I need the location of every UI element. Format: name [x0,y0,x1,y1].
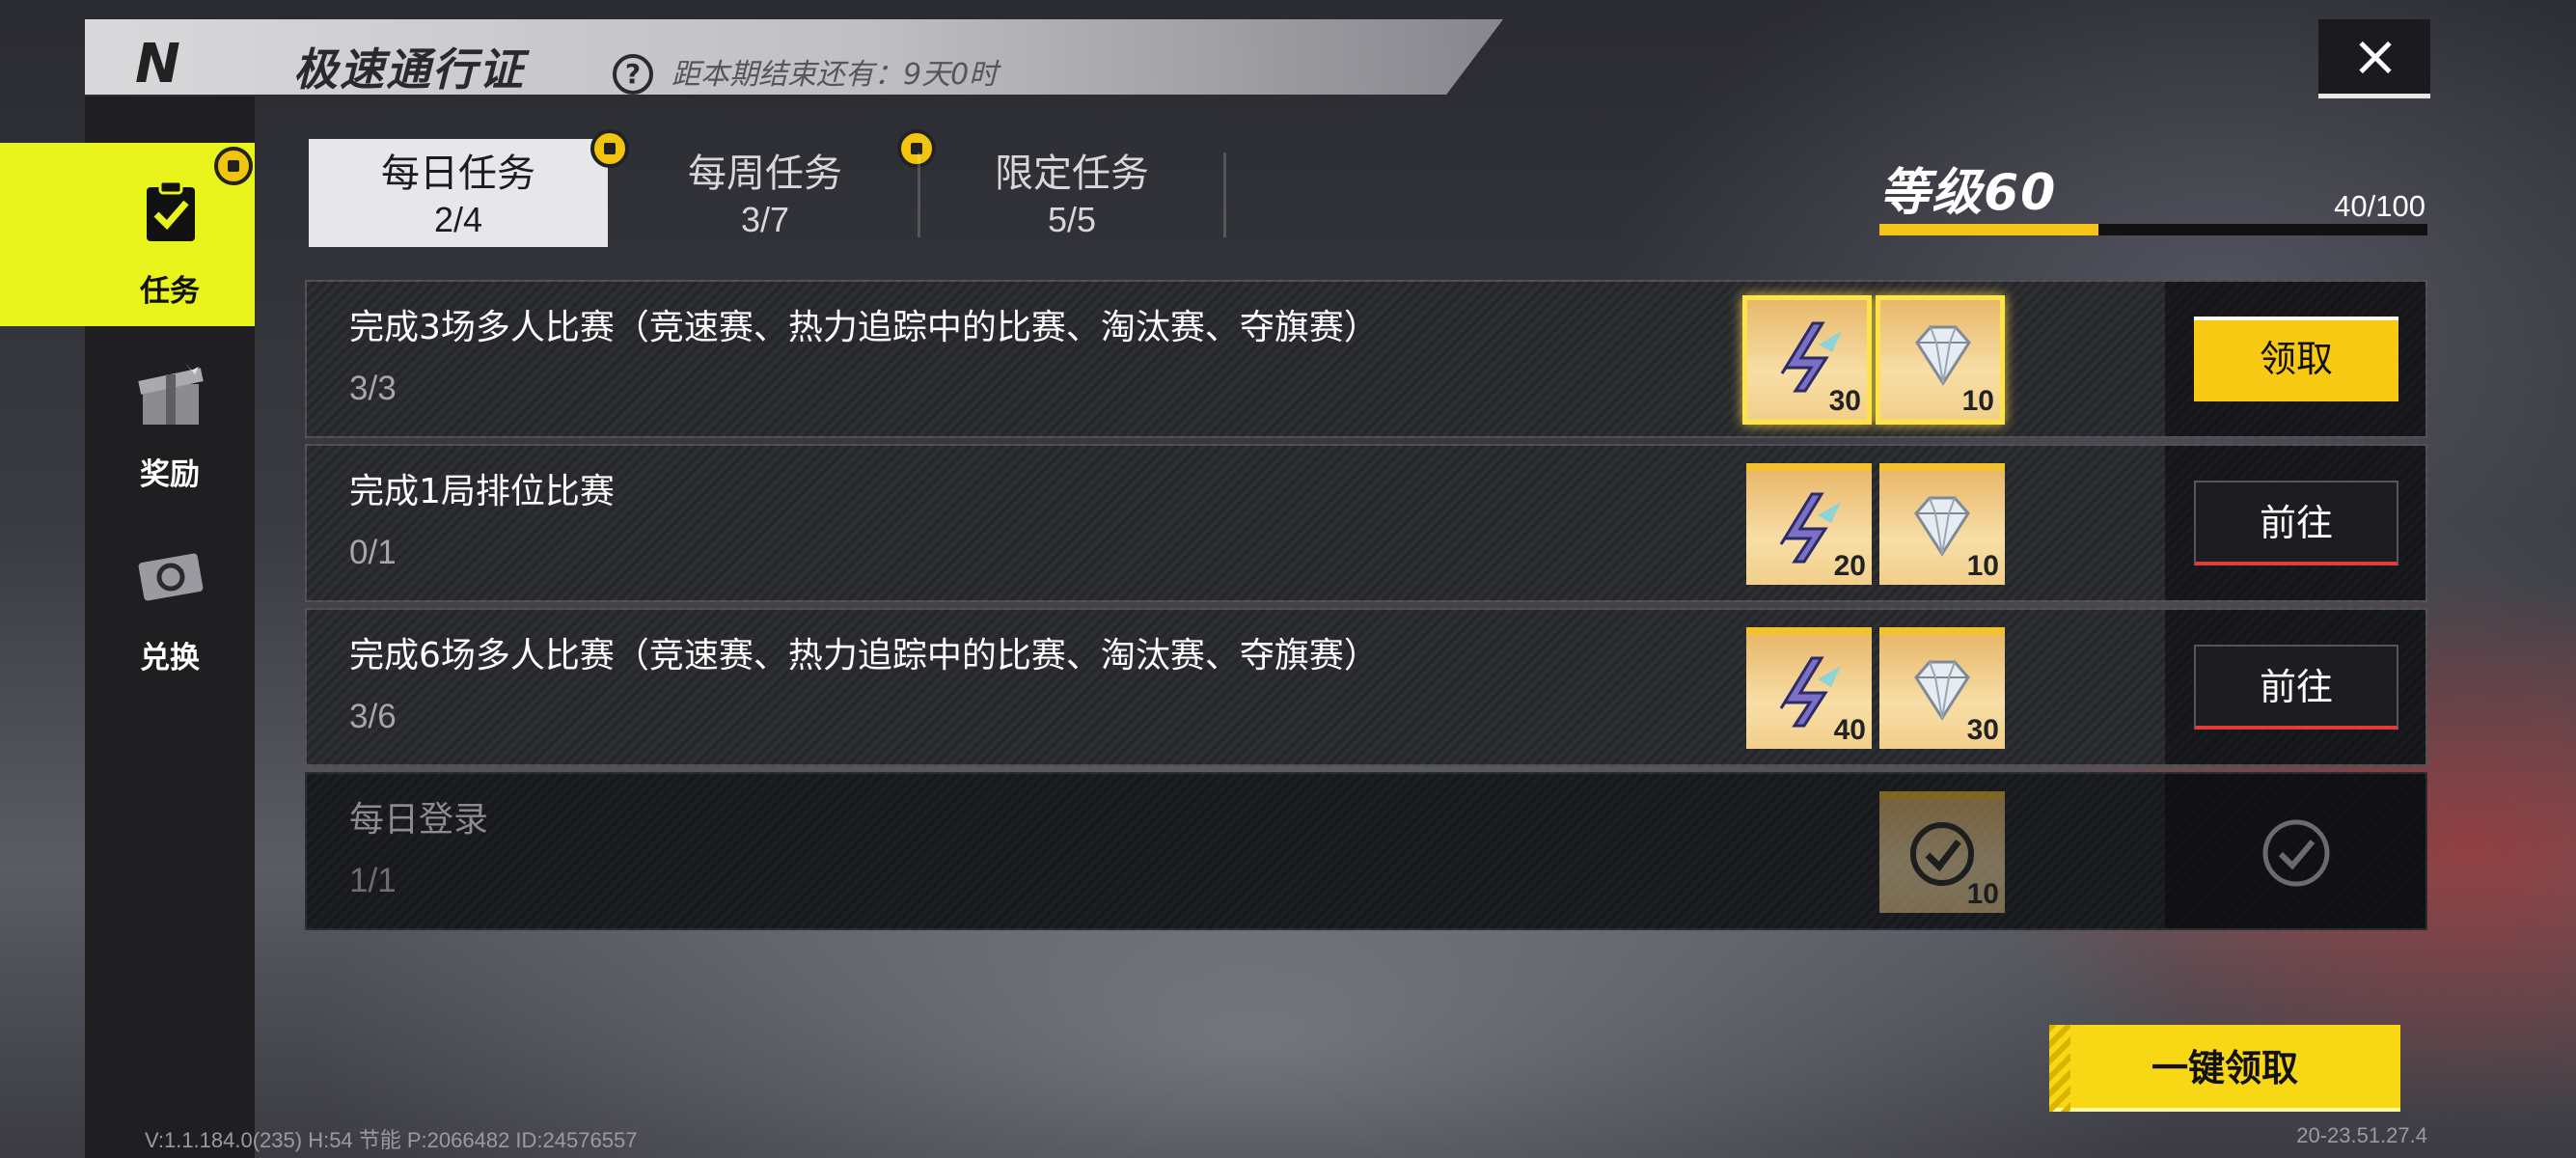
game-logo: N [135,36,270,94]
sidebar-item-label: 奖励 [140,457,200,492]
version-info: V:1.1.184.0(235) H:54 节能 P:2066482 ID:24… [145,1128,638,1152]
tab-divider [918,152,920,237]
level-progress-fill [1879,224,2099,235]
sidebar-item-rewards[interactable]: 奖励 [0,357,255,502]
claim-button[interactable]: 领取 [2194,317,2398,401]
season-remaining: 9天0时 [903,58,999,92]
level-exp-count: 40/100 [2334,189,2425,223]
clipboard-check-icon [147,179,195,241]
gift-box-icon [138,363,204,425]
gift-badge-icon [214,147,253,185]
sidebar-item-tasks[interactable]: 任务 [0,143,255,326]
task-title: 完成3场多人比赛（竞速赛、热力追踪中的比赛、淘汰赛、夺旗赛） [349,308,1379,347]
task-progress: 3/6 [349,698,397,735]
page-title: 极速通行证 [293,43,525,96]
season-countdown: 距本期结束还有：9天0时 [671,56,998,95]
reward-claimed: 10 [1879,791,2005,913]
tab-count: 5/5 [1047,200,1097,239]
task-row: 完成1局排位比赛 0/1 20 10 前往 [305,444,2427,602]
task-progress: 0/1 [349,534,397,571]
sidebar-item-label: 任务 [140,274,200,309]
tab-label: 每周任务 [688,152,842,196]
reward-qty: 20 [1833,550,1866,582]
reward-diamond[interactable]: 10 [1876,295,2005,425]
season-label: 距本期结束还有： [671,58,903,92]
help-icon[interactable]: ? [613,54,653,95]
task-action-zone: 领取 [2165,282,2425,436]
task-title: 完成1局排位比赛 [349,472,615,511]
tab-divider [1223,152,1226,237]
task-row: 完成6场多人比赛（竞速赛、热力追踪中的比赛、淘汰赛、夺旗赛） 3/6 40 30… [305,608,2427,766]
task-action-zone: 前往 [2165,446,2425,600]
task-action-zone: 前往 [2165,610,2425,764]
sidebar-item-label: 兑换 [140,641,200,676]
task-row: 完成3场多人比赛（竞速赛、热力追踪中的比赛、淘汰赛、夺旗赛） 3/3 30 10… [305,280,2427,438]
reward-exp-token[interactable]: 20 [1746,463,1872,585]
reward-qty: 40 [1833,714,1866,746]
reward-qty: 10 [1966,878,1999,910]
task-action-zone [2165,774,2425,928]
tab-weekly-tasks[interactable]: 每周任务 3/7 [616,139,915,247]
exchange-ticket-icon [138,553,204,601]
task-title: 完成6场多人比赛（竞速赛、热力追踪中的比赛、淘汰赛、夺旗赛） [349,636,1379,676]
reward-qty: 30 [1966,714,1999,746]
tab-label: 限定任务 [995,152,1149,196]
reward-qty: 30 [1828,385,1861,417]
reward-qty: 10 [1966,550,1999,582]
task-progress: 1/1 [349,862,397,899]
logo-letter: N [135,33,180,96]
go-button[interactable]: 前往 [2194,645,2398,730]
reward-diamond[interactable]: 30 [1879,627,2005,749]
go-button[interactable]: 前往 [2194,481,2398,565]
build-info: 20-23.51.27.4 [2296,1123,2427,1147]
header-bar: N 极速通行证 ? 距本期结束还有：9天0时 [85,19,1503,95]
close-button[interactable] [2318,19,2430,98]
sidebar-item-exchange[interactable]: 兑换 [0,540,255,685]
reward-diamond[interactable]: 10 [1879,463,2005,585]
tab-limited-tasks[interactable]: 限定任务 5/5 [922,139,1221,247]
tab-count: 3/7 [740,200,790,239]
reward-exp-token[interactable]: 30 [1742,295,1872,425]
task-row-completed: 每日登录 1/1 10 [305,772,2427,930]
level-label: 等级60 [1879,164,2058,222]
tab-count: 2/4 [433,200,483,239]
tab-label: 每日任务 [381,152,535,196]
reward-exp-token[interactable]: 40 [1746,627,1872,749]
claim-all-button[interactable]: 一键领取 [2049,1025,2400,1112]
task-title: 每日登录 [349,800,489,840]
reward-qty: 10 [1961,385,1994,417]
tab-daily-tasks[interactable]: 每日任务 2/4 [309,139,608,247]
claim-all-label: 一键领取 [2151,1047,2298,1089]
completed-check-icon [2262,819,2330,887]
level-progress-bar [1879,224,2427,235]
task-progress: 3/3 [349,370,397,407]
